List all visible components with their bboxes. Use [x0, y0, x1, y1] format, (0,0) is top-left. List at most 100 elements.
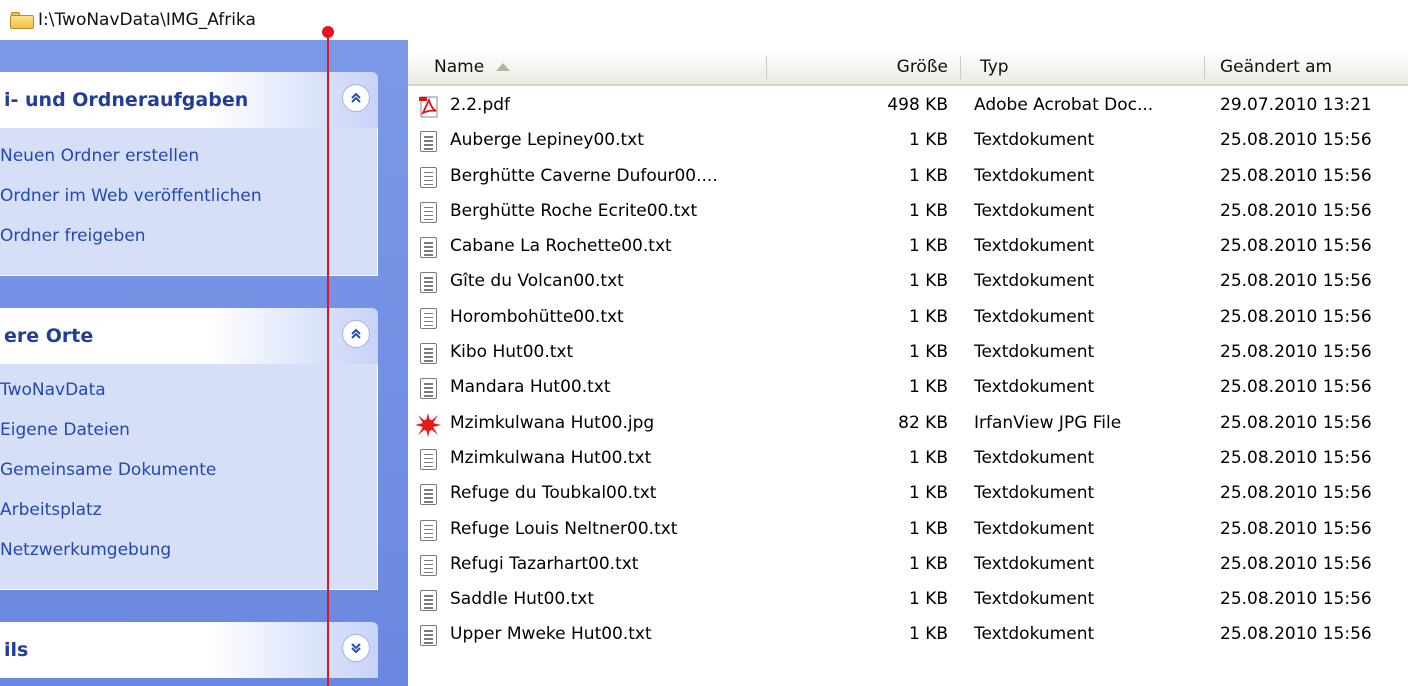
file-type: Textdokument — [974, 200, 1095, 221]
panel-title: i- und Ordneraufgaben — [4, 89, 249, 111]
file-date: 25.08.2010 15:56 — [1220, 589, 1372, 610]
file-name[interactable]: Cabane La Rochette00.txt — [450, 229, 672, 264]
file-type: Textdokument — [974, 236, 1095, 257]
link-twonavdata[interactable]: TwoNavData — [0, 370, 377, 410]
file-row[interactable]: Saddle Hut00.txt 1 KB Textdokument 25.08.20… — [408, 582, 1408, 617]
file-date: 25.08.2010 15:56 — [1220, 342, 1372, 363]
file-row[interactable]: Auberge Lepiney00.txt 1 KB Textdokument 25.… — [408, 123, 1408, 158]
text-file-icon — [418, 554, 438, 577]
file-name[interactable]: Mzimkulwana Hut00.jpg — [450, 406, 654, 441]
file-row[interactable]: Gîte du Volcan00.txt 1 KB Textdokument 25.0… — [408, 264, 1408, 299]
file-row[interactable]: Cabane La Rochette00.txt 1 KB Textdokument… — [408, 229, 1408, 264]
file-type: Textdokument — [974, 271, 1095, 292]
column-header-label: Name — [434, 57, 485, 77]
file-row[interactable]: Refuge du Toubkal00.txt 1 KB Textdokument 2… — [408, 476, 1408, 511]
file-size: 1 KB — [908, 306, 948, 327]
file-name[interactable]: Upper Mweke Hut00.txt — [450, 617, 652, 652]
column-header-size[interactable]: Größe — [788, 50, 948, 84]
file-row[interactable]: Refugi Tazarhart00.txt 1 KB Textdokument 25… — [408, 547, 1408, 582]
pdf-icon — [418, 96, 438, 118]
text-file-icon — [418, 272, 438, 294]
text-file-icon — [418, 343, 438, 365]
file-date: 29.07.2010 13:21 — [1220, 95, 1372, 115]
file-date: 25.08.2010 15:56 — [1220, 483, 1372, 504]
chevron-down-icon[interactable] — [342, 634, 370, 662]
link-my-computer[interactable]: Arbeitsplatz — [0, 490, 377, 530]
file-name[interactable]: Gîte du Volcan00.txt — [450, 264, 624, 299]
file-date: 25.08.2010 15:56 — [1220, 165, 1372, 186]
file-type: Textdokument — [974, 553, 1095, 574]
file-size: 1 KB — [908, 518, 948, 539]
file-name[interactable]: Auberge Lepiney00.txt — [450, 123, 644, 158]
chevron-up-icon[interactable] — [342, 84, 370, 112]
file-row[interactable]: Berghütte Roche Ecrite00.txt 1 KB Textdoku… — [408, 194, 1408, 229]
column-divider[interactable] — [1204, 56, 1205, 80]
file-date: 25.08.2010 15:56 — [1220, 553, 1372, 574]
text-file-icon — [418, 590, 438, 612]
text-file-icon — [418, 131, 438, 153]
file-name[interactable]: Mzimkulwana Hut00.txt — [450, 441, 651, 476]
panel-body-other-places: TwoNavData Eigene Dateien Gemeinsame Dok… — [0, 364, 378, 590]
file-size: 1 KB — [908, 271, 948, 292]
annotation-dot — [322, 26, 334, 38]
panel-title: ils — [4, 639, 29, 661]
panel-header-file-folder-tasks[interactable]: i- und Ordneraufgaben — [0, 72, 378, 128]
file-date: 25.08.2010 15:56 — [1220, 236, 1372, 257]
file-row[interactable]: Mzimkulwana Hut00.jpg 82 KB IrfanView JPG … — [408, 406, 1408, 441]
sort-ascending-icon — [496, 63, 511, 71]
file-row[interactable]: Upper Mweke Hut00.txt 1 KB Textdokument 25.… — [408, 617, 1408, 652]
text-file-icon — [418, 625, 438, 647]
file-row[interactable]: 2.2.pdf 498 KB Adobe Acrobat Doc... 29.07.2… — [408, 88, 1408, 123]
file-row[interactable]: Kibo Hut00.txt 1 KB Textdokument 25.08.2010… — [408, 335, 1408, 370]
file-name[interactable]: Mandara Hut00.txt — [450, 370, 611, 405]
link-my-documents[interactable]: Eigene Dateien — [0, 410, 377, 450]
file-size: 1 KB — [908, 342, 948, 363]
link-network[interactable]: Netzwerkumgebung — [0, 530, 377, 570]
file-name[interactable]: 2.2.pdf — [450, 88, 510, 123]
file-name[interactable]: Saddle Hut00.txt — [450, 582, 594, 617]
column-header-label: Größe — [896, 57, 948, 77]
text-file-icon — [418, 519, 438, 542]
panel-header-other-places[interactable]: ere Orte — [0, 308, 378, 364]
file-name[interactable]: Berghütte Roche Ecrite00.txt — [450, 194, 697, 229]
file-row[interactable]: Refuge Louis Neltner00.txt 1 KB Textdokume… — [408, 512, 1408, 547]
file-row[interactable]: Berghütte Caverne Dufour00.... 1 KB Textdo… — [408, 159, 1408, 194]
file-name[interactable]: Horombohütte00.txt — [450, 300, 624, 335]
file-name[interactable]: Refuge Louis Neltner00.txt — [450, 512, 677, 547]
text-file-icon — [418, 237, 438, 259]
link-publish-folder[interactable]: Ordner im Web veröffentlichen — [0, 176, 377, 216]
file-date: 25.08.2010 15:56 — [1220, 624, 1372, 645]
file-type: Textdokument — [974, 165, 1095, 186]
file-size: 82 KB — [898, 412, 948, 433]
file-type: Textdokument — [974, 306, 1095, 327]
file-size: 1 KB — [908, 624, 948, 645]
folder-icon — [10, 11, 34, 29]
column-header-type[interactable]: Typ — [980, 50, 1009, 84]
column-header-date[interactable]: Geändert am — [1220, 50, 1332, 84]
column-divider[interactable] — [960, 56, 961, 80]
panel-header-details[interactable]: ils — [0, 622, 378, 678]
address-path[interactable]: I:\TwoNavData\IMG_Afrika — [38, 10, 256, 30]
file-list-view[interactable]: Name Größe Typ Geändert am 2.2.pdf 498 KB… — [408, 40, 1408, 686]
file-row[interactable]: Mzimkulwana Hut00.txt 1 KB Textdokument 25.… — [408, 441, 1408, 476]
file-row[interactable]: Horombohütte00.txt 1 KB Textdokument 25.08.… — [408, 300, 1408, 335]
file-size: 1 KB — [908, 165, 948, 186]
file-size: 1 KB — [908, 447, 948, 468]
column-divider[interactable] — [766, 56, 767, 80]
file-date: 25.08.2010 15:56 — [1220, 130, 1372, 151]
file-name[interactable]: Refugi Tazarhart00.txt — [450, 547, 638, 582]
link-new-folder[interactable]: Neuen Ordner erstellen — [0, 136, 377, 176]
chevron-up-icon[interactable] — [342, 320, 370, 348]
file-name[interactable]: Refuge du Toubkal00.txt — [450, 476, 656, 511]
file-rows: 2.2.pdf 498 KB Adobe Acrobat Doc... 29.07.2… — [408, 88, 1408, 653]
task-pane: i- und Ordneraufgaben Neuen Ordner erste… — [0, 40, 408, 686]
text-file-icon — [418, 307, 438, 330]
link-share-folder[interactable]: Ordner freigeben — [0, 216, 377, 256]
file-name[interactable]: Berghütte Caverne Dufour00.... — [450, 159, 718, 194]
address-bar[interactable]: I:\TwoNavData\IMG_Afrika — [0, 0, 940, 40]
link-shared-documents[interactable]: Gemeinsame Dokumente — [0, 450, 377, 490]
file-size: 1 KB — [908, 377, 948, 398]
file-name[interactable]: Kibo Hut00.txt — [450, 335, 573, 370]
file-row[interactable]: Mandara Hut00.txt 1 KB Textdokument 25.08.2… — [408, 370, 1408, 405]
column-header-name[interactable]: Name — [434, 50, 511, 84]
